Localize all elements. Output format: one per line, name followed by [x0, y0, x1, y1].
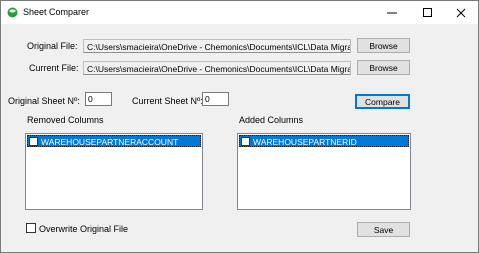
current-file-label: Current File:	[29, 63, 79, 73]
list-item[interactable]: WAREHOUSEPARTNERID	[239, 135, 409, 147]
item-checkbox[interactable]	[241, 137, 250, 146]
current-sheet-input[interactable]: 0	[202, 92, 229, 106]
original-sheet-label: Original Sheet Nº:	[8, 96, 80, 106]
maximize-button[interactable]	[411, 1, 445, 24]
save-button[interactable]: Save	[357, 222, 410, 237]
removed-columns-label: Removed Columns	[27, 115, 104, 125]
minimize-icon	[387, 12, 397, 13]
added-columns-label: Added Columns	[239, 115, 304, 125]
title-bar[interactable]: Sheet Comparer	[1, 1, 478, 24]
original-file-label: Original File:	[27, 41, 78, 51]
overwrite-checkbox[interactable]	[26, 223, 36, 233]
overwrite-label[interactable]: Overwrite Original File	[39, 224, 128, 234]
maximize-icon	[423, 7, 432, 17]
current-sheet-label: Current Sheet Nº:	[132, 96, 203, 106]
list-item-label: WAREHOUSEPARTNERID	[253, 137, 357, 147]
original-file-path-field[interactable]: C:\Users\smacieira\OneDrive - Chemonics\…	[83, 39, 351, 53]
current-file-path-field[interactable]: C:\Users\smacieira\OneDrive - Chemonics\…	[83, 61, 351, 75]
original-sheet-input[interactable]: 0	[85, 92, 112, 106]
window-title: Sheet Comparer	[23, 7, 90, 17]
current-browse-button[interactable]: Browse	[357, 60, 410, 75]
compare-button[interactable]: Compare	[355, 94, 410, 109]
original-browse-button[interactable]: Browse	[357, 38, 410, 53]
added-columns-list[interactable]: WAREHOUSEPARTNERID	[237, 133, 411, 210]
sheet-comparer-window: Sheet Comparer Original File: C:\Users\s…	[0, 0, 479, 253]
minimize-button[interactable]	[375, 1, 409, 24]
app-icon	[7, 7, 18, 18]
list-item-label: WAREHOUSEPARTNERACCOUNT	[41, 137, 179, 147]
close-button[interactable]	[444, 1, 478, 24]
item-checkbox[interactable]	[29, 137, 38, 146]
list-item[interactable]: WAREHOUSEPARTNERACCOUNT	[27, 135, 201, 147]
removed-columns-list[interactable]: WAREHOUSEPARTNERACCOUNT	[25, 133, 203, 210]
close-icon	[456, 8, 466, 17]
